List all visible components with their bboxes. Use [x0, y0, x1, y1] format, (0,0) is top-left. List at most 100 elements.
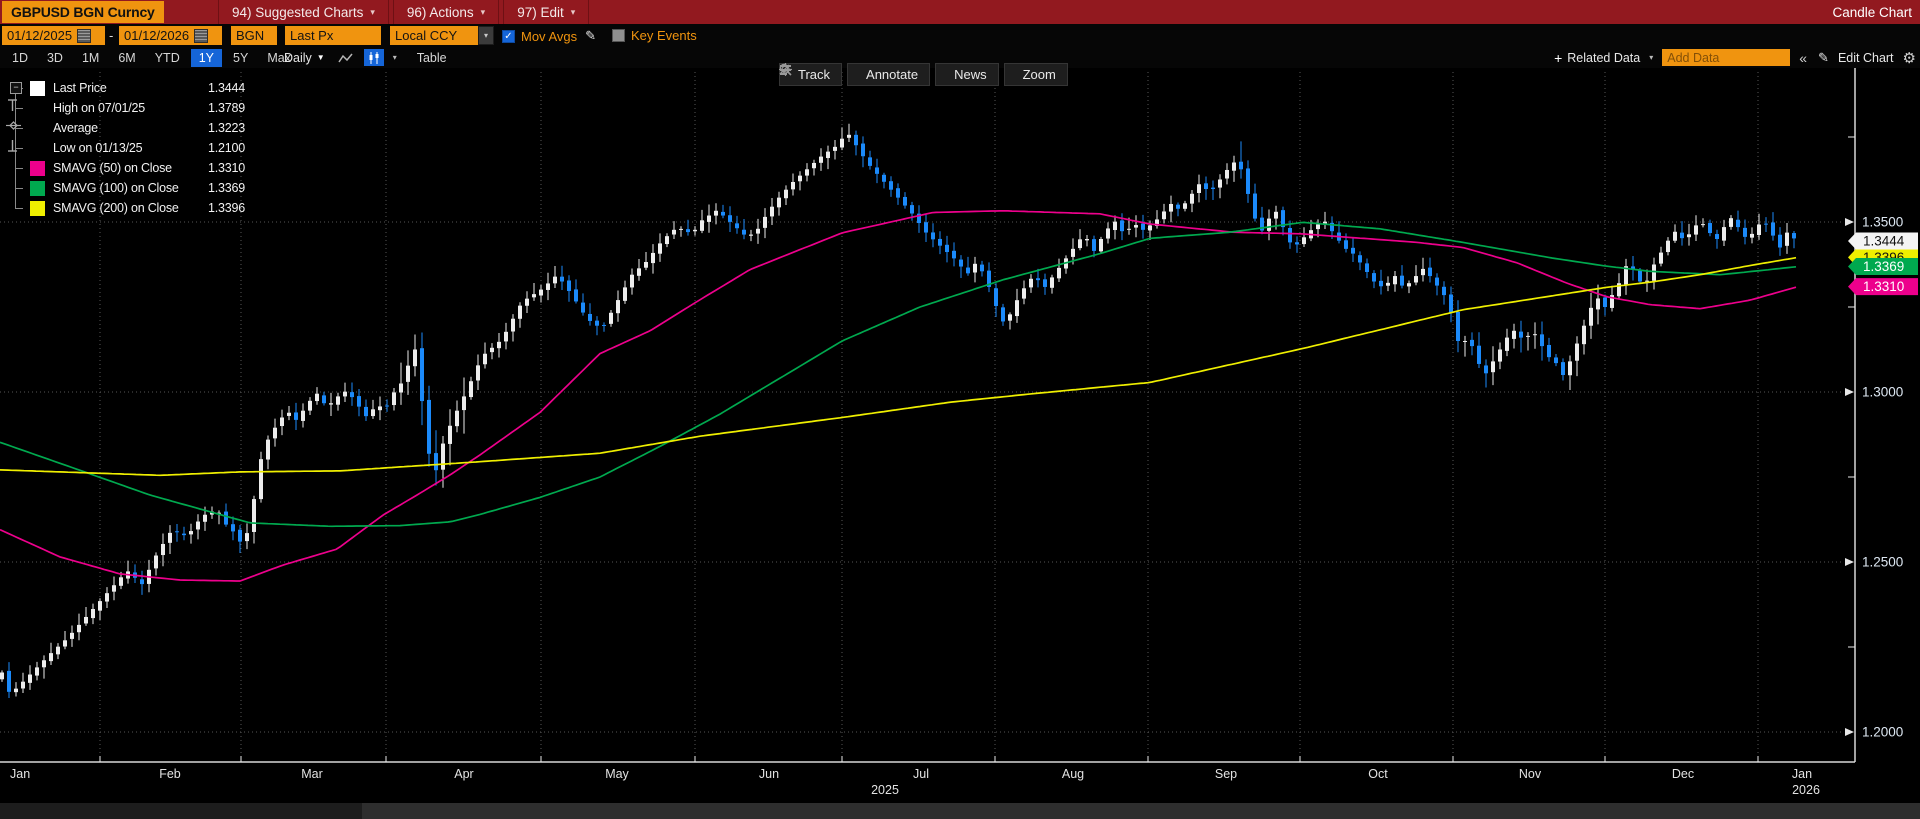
svg-text:Sep: Sep: [1215, 767, 1237, 781]
svg-text:Jun: Jun: [759, 767, 779, 781]
key-events-toggle[interactable]: Key Events: [612, 28, 697, 43]
legend-item[interactable]: Average1.3223: [6, 118, 245, 138]
range-tab-1m[interactable]: 1M: [74, 49, 107, 67]
chevron-down-icon: ▾: [571, 7, 576, 18]
annotate-button[interactable]: Annotate: [847, 63, 930, 86]
currency-dropdown-button[interactable]: ▾: [478, 26, 494, 45]
end-date-field[interactable]: 01/12/2026: [119, 26, 222, 45]
frequency-group: Daily ▼ ▾ Table: [278, 47, 447, 68]
range-tabs: 1D3D1M6MYTD1Y5YMax: [4, 47, 302, 68]
svg-text:Apr: Apr: [454, 767, 473, 781]
menu-label: 94) Suggested Charts: [232, 5, 363, 20]
news-button[interactable]: News: [935, 63, 999, 86]
bloomberg-candle-chart-window: { "titlebar": { "security": "GBPUSD BGN …: [0, 0, 1920, 819]
svg-text:1.3000: 1.3000: [1862, 385, 1903, 400]
range-tab-1y[interactable]: 1Y: [191, 49, 222, 67]
button-label: Zoom: [1023, 67, 1056, 82]
end-date-value: 01/12/2026: [124, 28, 189, 43]
table-button[interactable]: Table: [417, 51, 447, 65]
status-strip: [0, 803, 1920, 819]
currency-field[interactable]: Local CCY: [390, 26, 478, 45]
add-data-placeholder: Add Data: [1667, 51, 1719, 65]
legend-item[interactable]: SMAVG (100) on Close1.3369: [6, 178, 245, 198]
frequency-value: Daily: [284, 51, 312, 65]
zoom-button[interactable]: Zoom: [1004, 63, 1068, 86]
chevron-down-icon: ▾: [481, 7, 486, 18]
range-tab-6m[interactable]: 6M: [110, 49, 143, 67]
legend-item[interactable]: Low on 01/13/251.2100: [6, 138, 245, 158]
average-marker-icon: [30, 121, 45, 136]
svg-text:Oct: Oct: [1368, 767, 1388, 781]
related-data-button[interactable]: Related Data: [1567, 51, 1640, 65]
svg-text:1.2500: 1.2500: [1862, 555, 1903, 570]
legend-label: SMAVG (50) on Close: [53, 161, 195, 175]
range-tab-5y[interactable]: 5Y: [225, 49, 256, 67]
legend-item[interactable]: SMAVG (200) on Close1.3396: [6, 198, 245, 218]
legend-item[interactable]: Last Price1.3444: [6, 78, 245, 98]
menu-actions[interactable]: 96) Actions ▾: [393, 0, 499, 24]
svg-text:2025: 2025: [871, 783, 899, 797]
series-swatch: [30, 81, 45, 96]
range-tab-1d[interactable]: 1D: [4, 49, 36, 67]
menu-label: 96) Actions: [407, 5, 474, 20]
candlestick-plot[interactable]: 1.35001.30001.25001.20001.33961.33691.33…: [0, 68, 1920, 819]
low-marker-icon: [30, 141, 45, 156]
svg-text:Jan: Jan: [1792, 767, 1812, 781]
calendar-icon[interactable]: [77, 29, 91, 43]
svg-text:1.3310: 1.3310: [1863, 279, 1904, 294]
pencil-icon[interactable]: ✎: [585, 28, 596, 44]
high-marker-icon: [30, 101, 45, 116]
candle-chart-button[interactable]: [364, 49, 384, 66]
key-events-label: Key Events: [631, 28, 697, 43]
collapse-panel-button[interactable]: «: [1799, 50, 1807, 66]
button-label: Annotate: [866, 67, 918, 82]
mov-avgs-toggle[interactable]: ✓ Mov Avgs ✎: [502, 28, 596, 44]
chart-legend: − Last Price1.3444High on 07/01/251.3789…: [6, 78, 245, 218]
legend-label: Average: [53, 121, 195, 135]
legend-collapse-icon[interactable]: −: [10, 82, 22, 94]
range-tab-ytd[interactable]: YTD: [147, 49, 188, 67]
svg-text:1.3369: 1.3369: [1863, 259, 1904, 274]
series-swatch: [30, 181, 45, 196]
mov-avgs-checkbox[interactable]: ✓: [502, 30, 515, 43]
mov-avgs-label: Mov Avgs: [521, 29, 577, 44]
start-date-field[interactable]: 01/12/2025: [2, 26, 105, 45]
button-label: News: [954, 67, 987, 82]
add-data-input[interactable]: Add Data: [1662, 49, 1790, 66]
svg-text:Jan: Jan: [10, 767, 30, 781]
legend-label: Low on 01/13/25: [53, 141, 195, 155]
menu-suggested-charts[interactable]: 94) Suggested Charts ▾: [218, 0, 389, 24]
edit-chart-button[interactable]: Edit Chart: [1838, 51, 1894, 65]
frequency-dropdown[interactable]: Daily ▼: [278, 49, 331, 67]
source-field[interactable]: BGN: [231, 26, 277, 45]
source-value: BGN: [236, 28, 264, 43]
menu-bar: 94) Suggested Charts ▾ 96) Actions ▾ 97)…: [218, 0, 593, 24]
menu-label: 97) Edit: [517, 5, 564, 20]
legend-value: 1.3369: [195, 181, 245, 195]
price-field[interactable]: Last Px: [285, 26, 381, 45]
svg-text:Jul: Jul: [913, 767, 929, 781]
start-date-value: 01/12/2025: [7, 28, 72, 43]
price-chart[interactable]: 1.35001.30001.25001.20001.33961.33691.33…: [0, 68, 1920, 819]
key-events-checkbox[interactable]: [612, 29, 625, 42]
legend-label: SMAVG (100) on Close: [53, 181, 195, 195]
legend-item[interactable]: SMAVG (50) on Close1.3310: [6, 158, 245, 178]
chart-style-dropdown[interactable]: ▾: [393, 53, 397, 62]
menu-edit[interactable]: 97) Edit ▾: [503, 0, 589, 24]
range-tab-3d[interactable]: 3D: [39, 49, 71, 67]
chart-type-label: Candle Chart: [1832, 0, 1912, 24]
line-chart-button[interactable]: [334, 49, 358, 66]
legend-value: 1.3223: [195, 121, 245, 135]
chevron-down-icon: ▾: [1649, 53, 1653, 62]
legend-item[interactable]: High on 07/01/251.3789: [6, 98, 245, 118]
nav-right-group: + Related Data ▾ Add Data « ✎ Edit Chart…: [1554, 47, 1916, 68]
security-field[interactable]: GBPUSD BGN Curncy: [2, 1, 164, 23]
legend-value: 1.3444: [195, 81, 245, 95]
calendar-icon[interactable]: [194, 29, 208, 43]
svg-text:Dec: Dec: [1672, 767, 1694, 781]
svg-text:May: May: [605, 767, 629, 781]
date-range-dash: -: [109, 28, 113, 43]
svg-text:2026: 2026: [1792, 783, 1820, 797]
legend-value: 1.3396: [195, 201, 245, 215]
gear-icon[interactable]: ⚙: [1903, 49, 1916, 67]
